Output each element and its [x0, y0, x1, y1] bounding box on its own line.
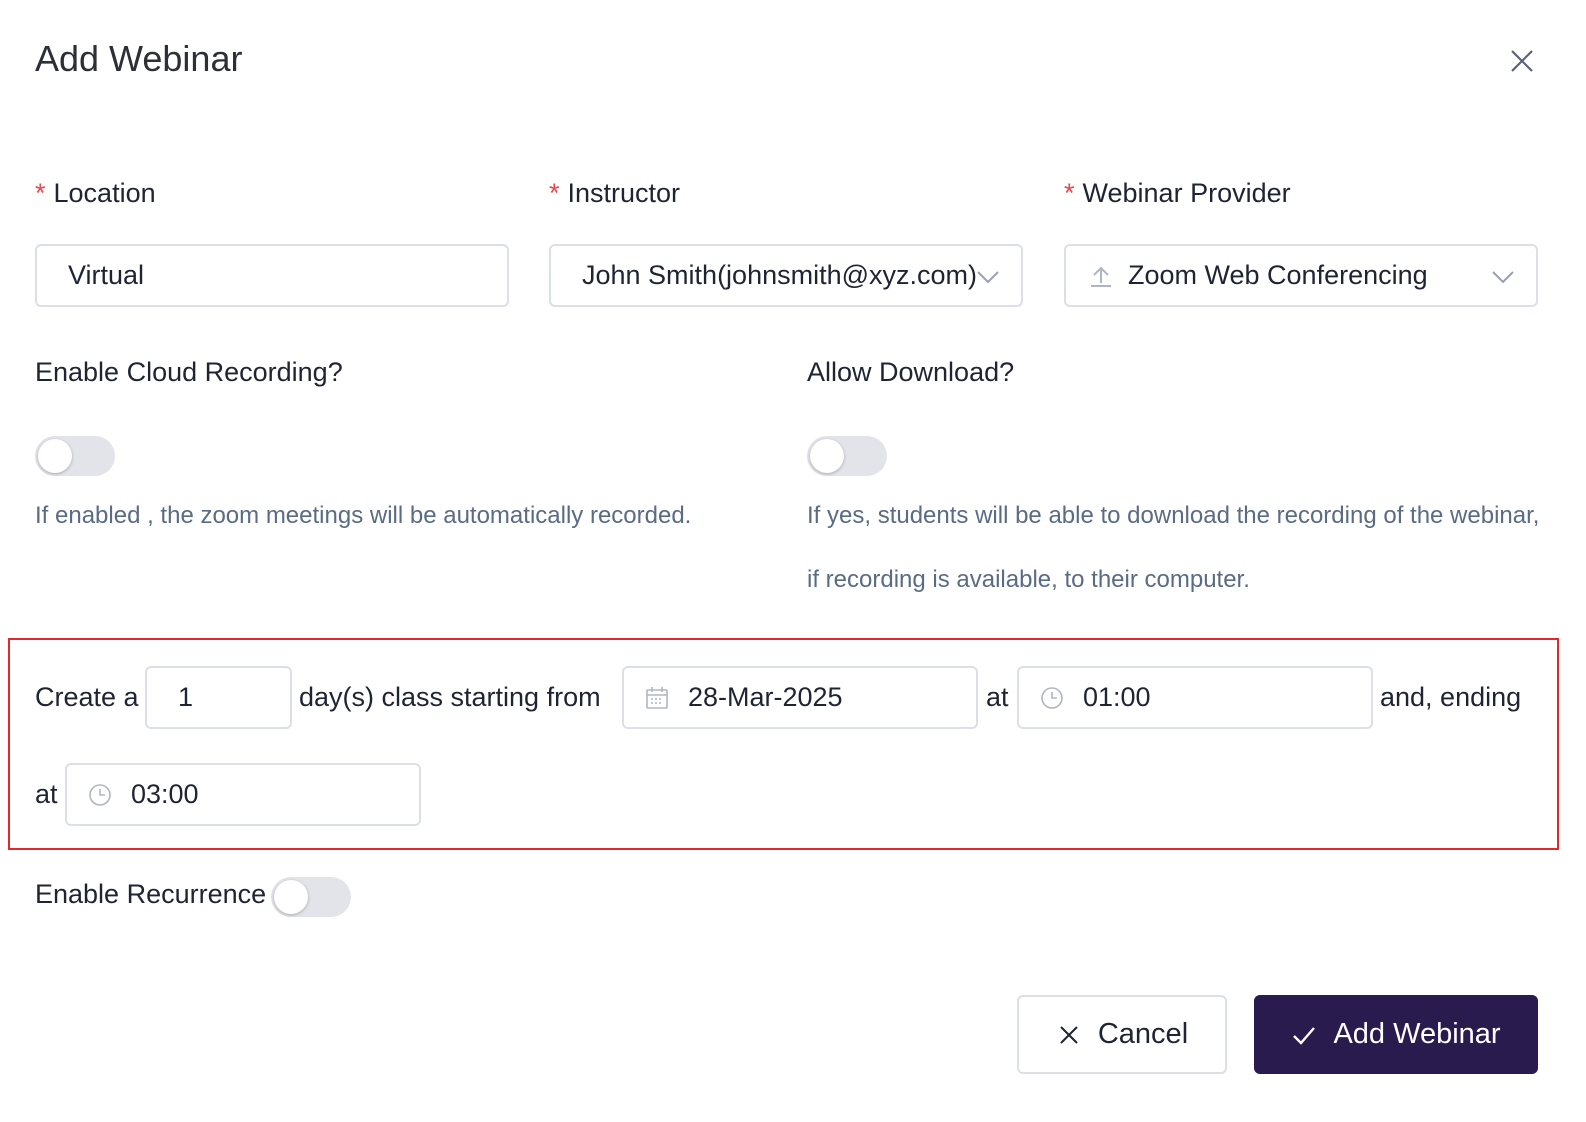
schedule-at-1: at [986, 682, 1009, 712]
schedule-at-2: at [35, 779, 58, 809]
days-input[interactable]: 1 [145, 666, 292, 729]
required-mark: * [549, 178, 560, 208]
end-time-value: 03:00 [131, 779, 199, 809]
instructor-value: John Smith(johnsmith@xyz.com) [582, 260, 978, 290]
allow-download-toggle[interactable] [807, 436, 887, 476]
start-time-picker[interactable]: 01:00 [1017, 666, 1373, 729]
close-icon [1060, 1025, 1078, 1044]
add-webinar-button[interactable]: Add Webinar [1254, 995, 1538, 1074]
days-value: 1 [178, 682, 194, 712]
location-input[interactable]: Virtual [35, 244, 509, 307]
toggle-knob [810, 439, 844, 473]
location-label: * Location [35, 178, 156, 209]
recurrence-toggle[interactable] [271, 877, 351, 917]
upload-icon [1091, 266, 1111, 287]
instructor-label: * Instructor [549, 178, 680, 209]
cancel-label: Cancel [1097, 1018, 1189, 1050]
allow-download-help: If yes, students will be able to downloa… [807, 502, 1540, 593]
start-date-picker[interactable]: 28-Mar-2025 [622, 666, 978, 729]
location-label-text: Location [53, 178, 156, 208]
clock-icon [1041, 686, 1063, 709]
provider-label-text: Webinar Provider [1082, 178, 1291, 208]
calendar-icon [646, 686, 668, 709]
check-icon [1293, 1026, 1316, 1045]
start-time-value: 01:00 [1083, 682, 1151, 712]
provider-select[interactable]: Zoom Web Conferencing [1064, 244, 1538, 307]
required-mark: * [35, 178, 46, 208]
instructor-label-text: Instructor [567, 178, 681, 208]
cloud-recording-label: Enable Cloud Recording? [35, 357, 343, 387]
schedule-days-suffix: day(s) class starting from [299, 682, 601, 712]
allow-download-label: Allow Download? [807, 357, 1015, 387]
close-icon[interactable] [1505, 44, 1539, 78]
schedule-ending-text: and, ending [1380, 682, 1522, 712]
cloud-recording-help: If enabled , the zoom meetings will be a… [35, 502, 692, 529]
chevron-down-icon [977, 271, 999, 284]
toggle-knob [38, 439, 72, 473]
required-mark: * [1064, 178, 1075, 208]
end-time-picker[interactable]: 03:00 [65, 763, 421, 826]
dialog-title: Add Webinar [35, 38, 243, 79]
toggle-knob [274, 880, 308, 914]
cloud-recording-toggle[interactable] [35, 436, 115, 476]
cancel-button[interactable]: Cancel [1017, 995, 1227, 1074]
provider-label: * Webinar Provider [1064, 178, 1291, 209]
add-webinar-label: Add Webinar [1333, 1018, 1501, 1050]
location-value: Virtual [68, 260, 145, 290]
provider-value: Zoom Web Conferencing [1128, 260, 1428, 290]
clock-icon [89, 783, 111, 806]
schedule-prefix: Create a [35, 682, 139, 712]
chevron-down-icon [1492, 271, 1514, 284]
instructor-select[interactable]: John Smith(johnsmith@xyz.com) [549, 244, 1023, 307]
recurrence-label: Enable Recurrence [35, 879, 267, 909]
start-date-value: 28-Mar-2025 [688, 682, 843, 712]
